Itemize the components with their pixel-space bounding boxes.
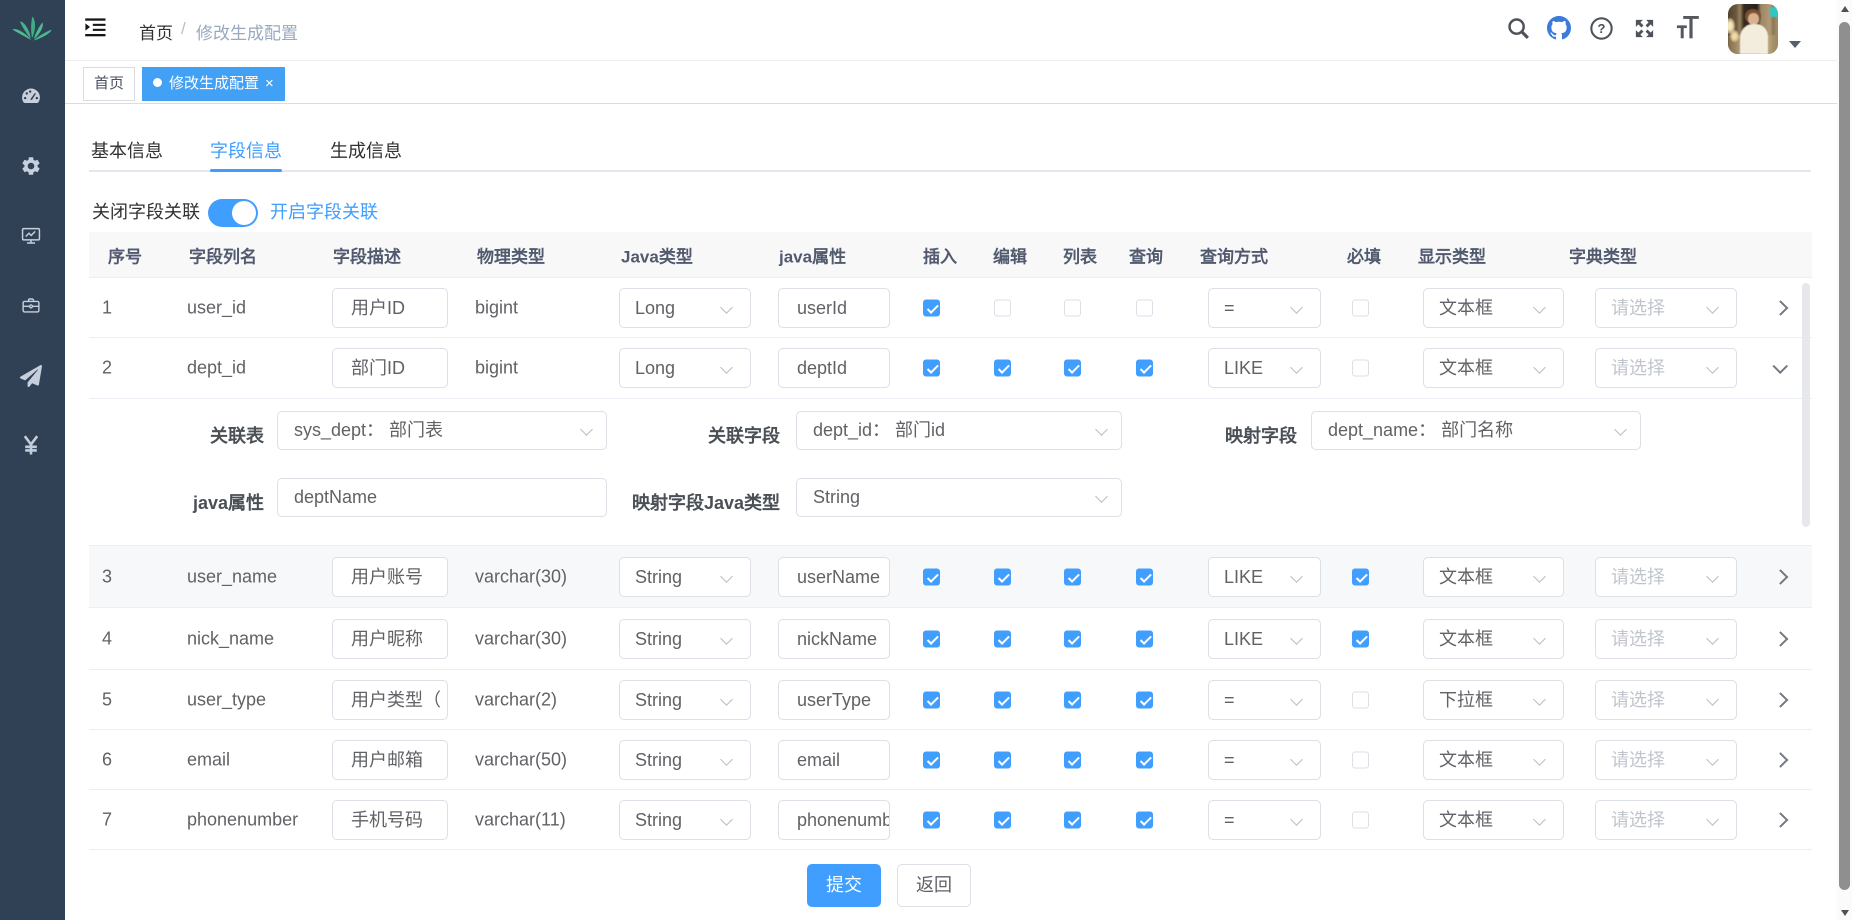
svg-text:?: ? — [1598, 21, 1606, 36]
